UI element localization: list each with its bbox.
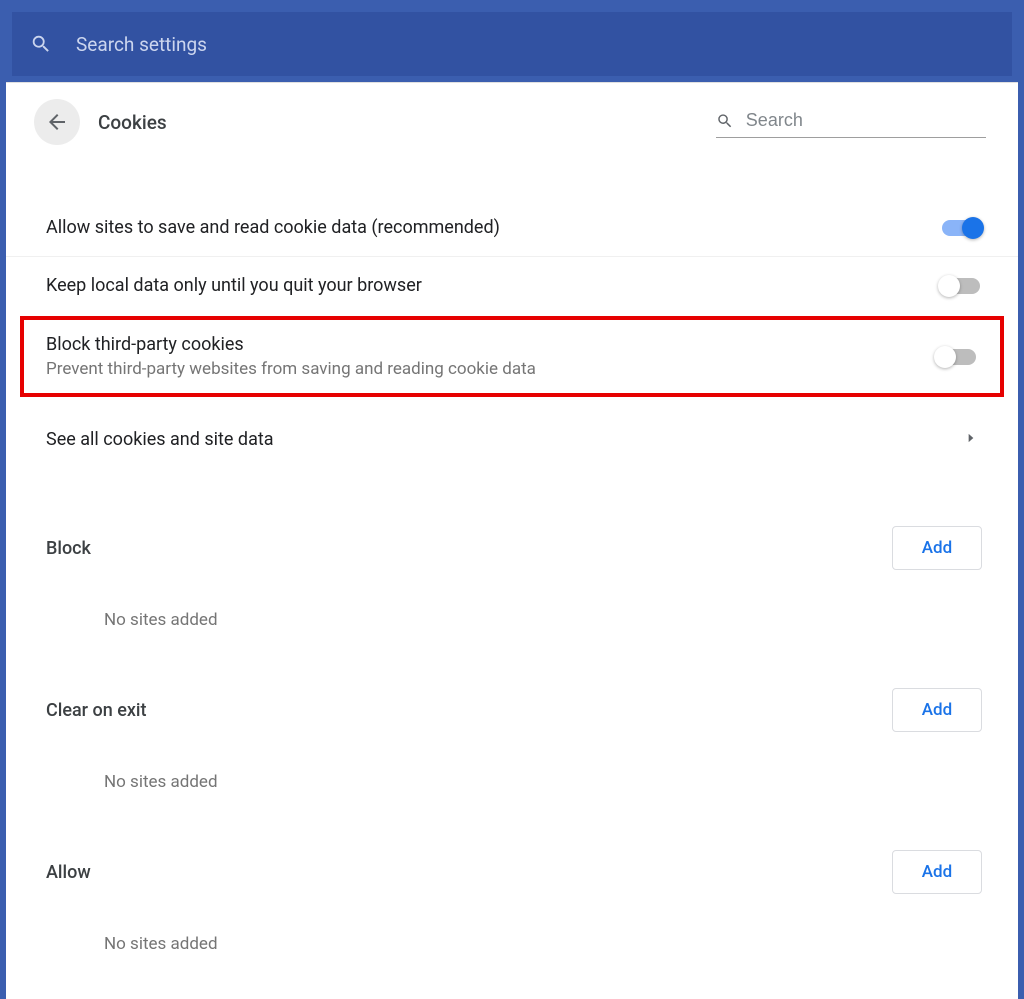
option-title: Block third-party cookies [46,334,936,355]
option-title: Keep local data only until you quit your… [46,275,940,296]
top-bar: Search settings [6,6,1018,82]
section-title: Clear on exit [46,700,147,721]
empty-message: No sites added [104,934,982,954]
back-button[interactable] [34,99,80,145]
add-button-allow[interactable]: Add [892,850,982,894]
chevron-right-icon [964,430,978,449]
empty-message: No sites added [104,772,982,792]
section-allow: Allow Add No sites added [6,850,1018,954]
search-icon [716,111,734,131]
toggle-block-third-party[interactable] [936,347,978,367]
section-block: Block Add No sites added [6,526,1018,630]
section-clear-on-exit: Clear on exit Add No sites added [6,688,1018,792]
top-search-placeholder: Search settings [76,33,207,56]
arrow-back-icon [45,110,69,134]
page-title: Cookies [98,111,167,134]
section-title: Allow [46,862,91,883]
header-search-input[interactable] [746,110,986,131]
section-title: Block [46,538,91,559]
toggle-keep-local[interactable] [940,276,982,296]
top-search-box[interactable]: Search settings [12,12,1012,76]
option-title: See all cookies and site data [46,429,274,450]
option-subtitle: Prevent third-party websites from saving… [46,359,936,379]
search-icon [30,33,52,55]
toggle-allow-cookies[interactable] [940,218,982,238]
add-button-clear-on-exit[interactable]: Add [892,688,982,732]
empty-message: No sites added [104,610,982,630]
option-title: Allow sites to save and read cookie data… [46,217,940,238]
highlight-block-third-party: Block third-party cookies Prevent third-… [20,316,1004,397]
option-see-all-cookies[interactable]: See all cookies and site data [6,399,1018,468]
add-button-block[interactable]: Add [892,526,982,570]
option-allow-cookies: Allow sites to save and read cookie data… [6,199,1018,257]
header-search[interactable] [716,110,986,138]
option-keep-local: Keep local data only until you quit your… [6,257,1018,314]
